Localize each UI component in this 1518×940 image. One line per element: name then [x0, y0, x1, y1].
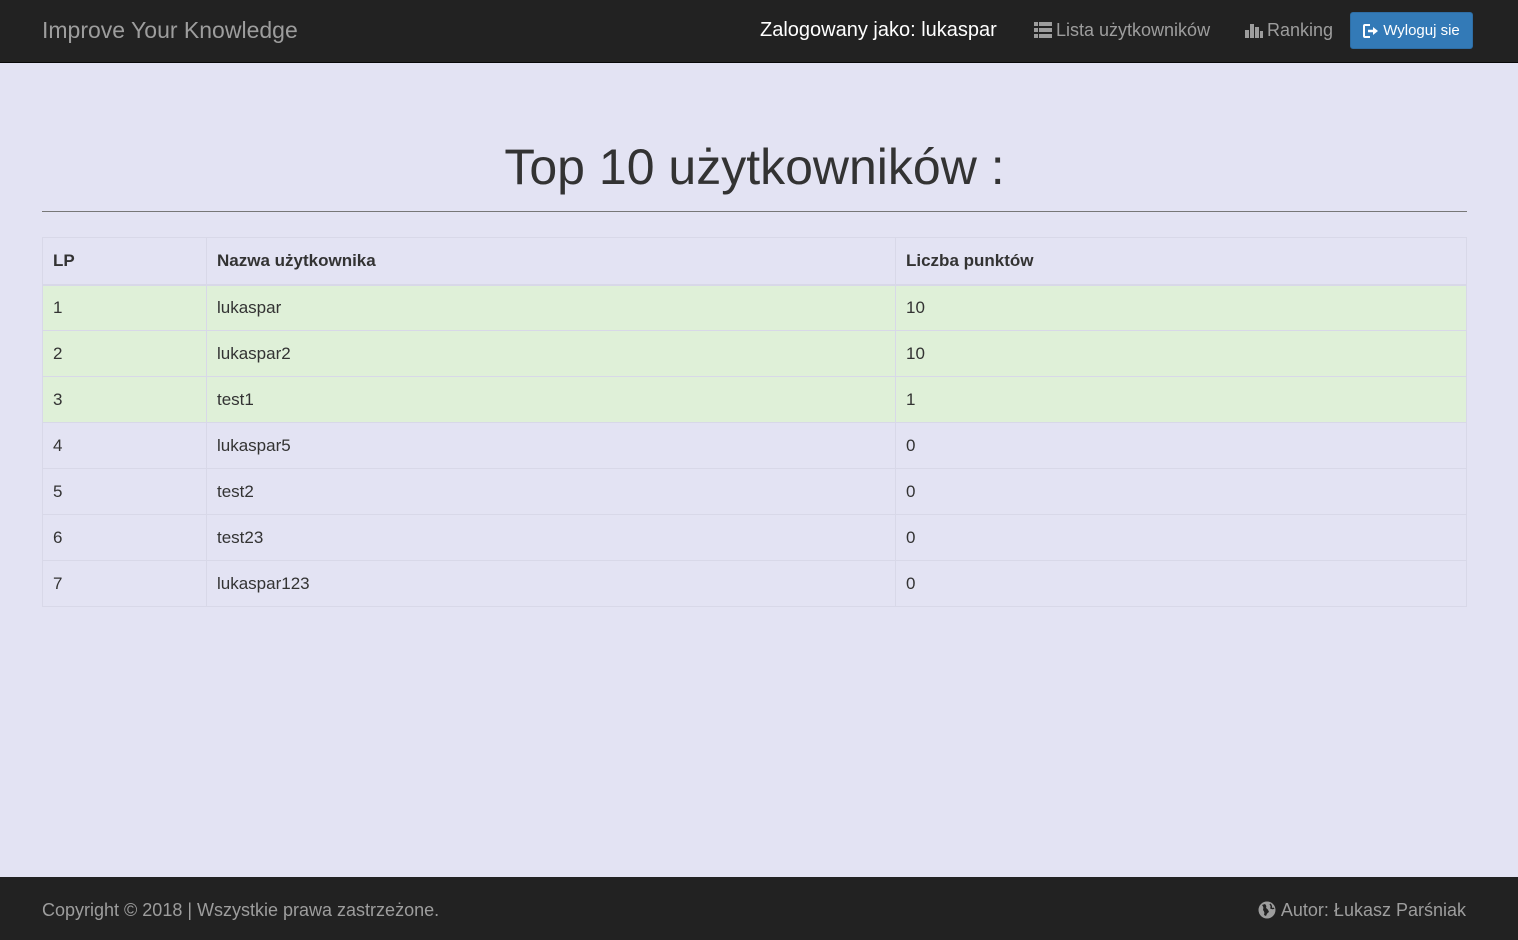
logout-button[interactable]: Wyloguj sie [1350, 12, 1473, 49]
table-header-row: LP Nazwa użytkownika Liczba punktów [42, 237, 1467, 286]
header-points: Liczba punktów [895, 237, 1467, 286]
ranking-table: LP Nazwa użytkownika Liczba punktów 1 lu… [42, 237, 1467, 607]
cell-points: 10 [895, 284, 1467, 331]
cell-points: 1 [895, 376, 1467, 423]
bar-chart-icon [1245, 22, 1263, 38]
cell-lp: 2 [42, 330, 207, 377]
top-navbar: Improve Your Knowledge Zalogowany jako: … [0, 0, 1518, 63]
footer-author: Autor: Łukasz Parśniak [1258, 899, 1466, 921]
cell-lp: 7 [42, 560, 207, 607]
footer: Copyright © 2018 | Wszystkie prawa zastr… [0, 877, 1518, 940]
nav-users-list[interactable]: Lista użytkowników [1034, 19, 1210, 41]
cell-username: test23 [206, 514, 896, 561]
header-username: Nazwa użytkownika [206, 237, 896, 286]
cell-username: test1 [206, 376, 896, 423]
brand-link[interactable]: Improve Your Knowledge [42, 17, 298, 43]
nav-ranking-label: Ranking [1267, 20, 1334, 40]
cell-lp: 4 [42, 422, 207, 469]
cell-username: test2 [206, 468, 896, 515]
footer-author-label: Autor: Łukasz Parśniak [1280, 900, 1466, 920]
cell-lp: 3 [42, 376, 207, 423]
footer-copyright: Copyright © 2018 | Wszystkie prawa zastr… [42, 900, 440, 920]
cell-points: 0 [895, 514, 1467, 561]
table-row: 1 lukaspar 10 [42, 284, 1467, 331]
page-title: Top 10 użytkowników : [504, 139, 1005, 195]
cell-points: 0 [895, 422, 1467, 469]
logout-button-label: Wyloguj sie [1383, 22, 1460, 39]
cell-points: 10 [895, 330, 1467, 377]
nav-users-list-label: Lista użytkowników [1056, 20, 1211, 40]
header-lp: LP [42, 237, 207, 286]
cell-username: lukaspar123 [206, 560, 896, 607]
cell-lp: 6 [42, 514, 207, 561]
table-row: 4 lukaspar5 0 [42, 422, 1467, 469]
table-row: 6 test23 0 [42, 514, 1467, 561]
nav-ranking[interactable]: Ranking [1245, 19, 1333, 41]
table-row: 2 lukaspar2 10 [42, 330, 1467, 377]
cell-points: 0 [895, 560, 1467, 607]
cell-lp: 5 [42, 468, 207, 515]
logout-icon [1363, 23, 1379, 38]
logged-in-label: Zalogowany jako: lukaspar [760, 19, 997, 41]
cell-username: lukaspar2 [206, 330, 896, 377]
cell-username: lukaspar5 [206, 422, 896, 469]
table-row: 3 test1 1 [42, 376, 1467, 423]
table-row: 7 lukaspar123 0 [42, 560, 1467, 607]
cell-points: 0 [895, 468, 1467, 515]
cell-username: lukaspar [206, 284, 896, 331]
list-icon [1034, 22, 1052, 38]
cell-lp: 1 [42, 284, 207, 331]
globe-icon [1258, 901, 1276, 919]
table-row: 5 test2 0 [42, 468, 1467, 515]
title-divider [42, 211, 1467, 212]
